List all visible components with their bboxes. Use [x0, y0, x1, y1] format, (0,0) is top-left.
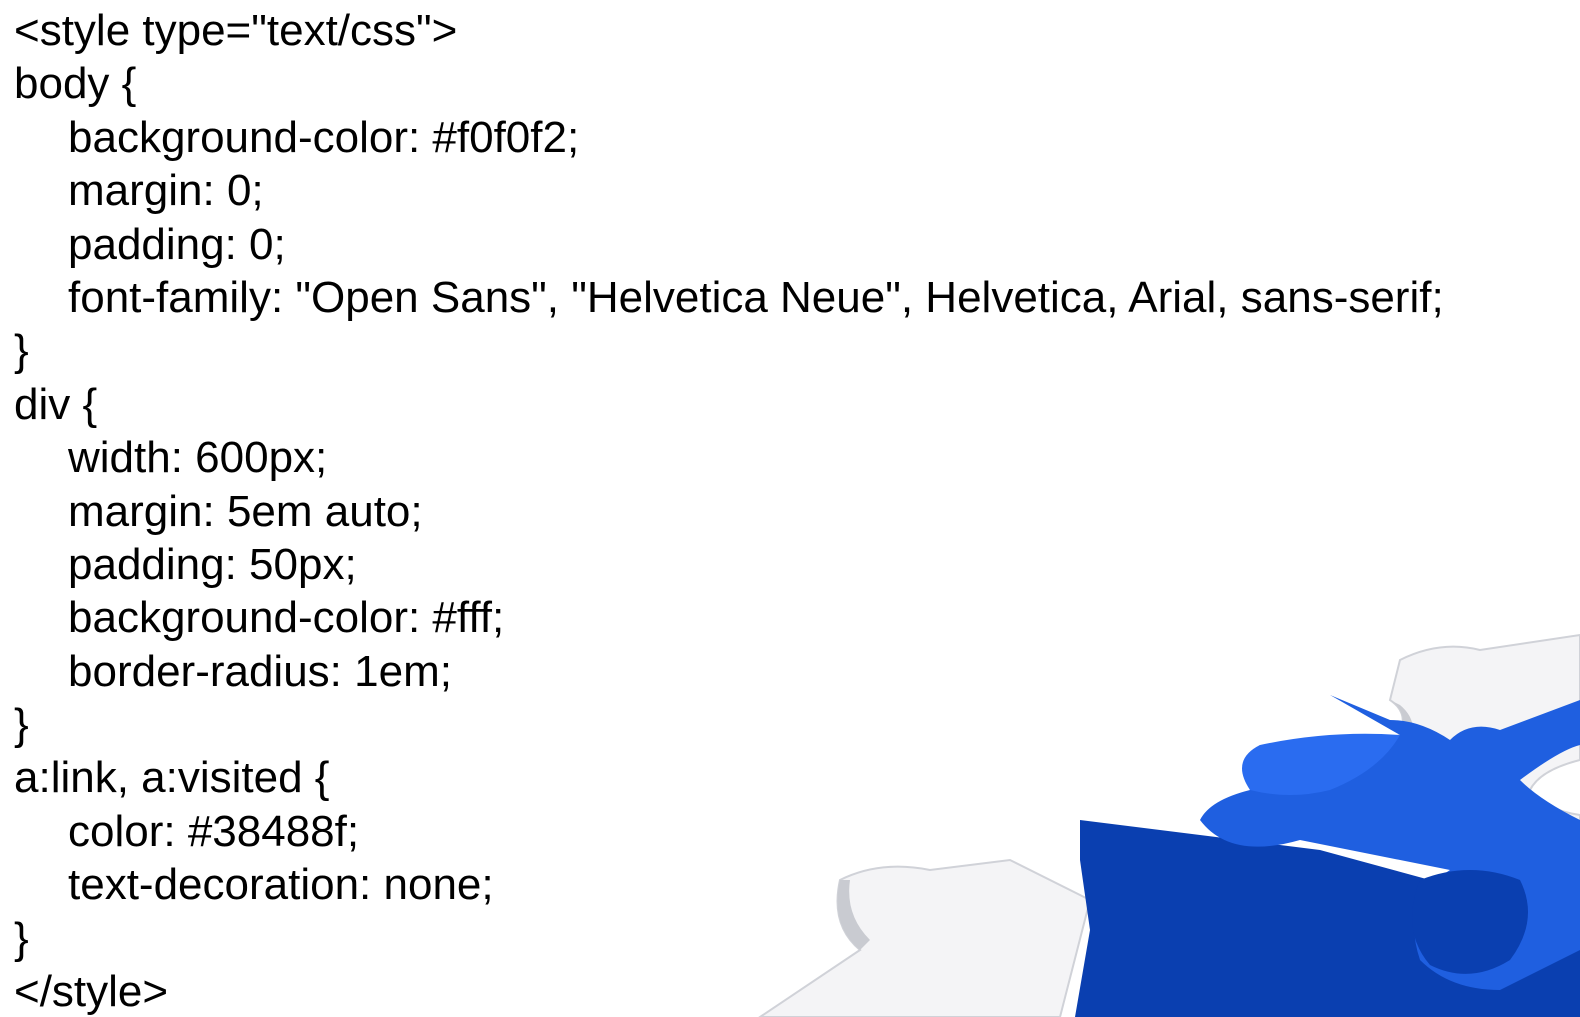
css-code-block: <style type="text/css"> body {background-… — [14, 4, 1444, 1017]
code-line: text-decoration: none; — [68, 860, 494, 910]
code-line: } — [14, 326, 29, 376]
code-line: color: #38488f; — [68, 806, 360, 856]
code-line: </style> — [14, 967, 169, 1017]
code-line: a:link, a:visited { — [14, 753, 330, 803]
code-line: border-radius: 1em; — [68, 646, 452, 696]
code-line: background-color: #fff; — [68, 593, 505, 643]
code-line: margin: 5em auto; — [68, 486, 423, 536]
code-line: div { — [14, 379, 98, 429]
code-line: padding: 50px; — [68, 539, 357, 589]
code-line: font-family: "Open Sans", "Helvetica Neu… — [68, 272, 1444, 322]
code-line: padding: 0; — [68, 219, 286, 269]
code-line: width: 600px; — [68, 433, 328, 483]
code-line: } — [14, 700, 29, 750]
code-line: } — [14, 913, 29, 963]
slide: <style type="text/css"> body {background-… — [0, 0, 1580, 1017]
code-line: <style type="text/css"> — [14, 6, 458, 55]
code-line: body { — [14, 59, 137, 109]
code-line: margin: 0; — [68, 166, 264, 216]
code-line: background-color: #f0f0f2; — [68, 112, 580, 162]
